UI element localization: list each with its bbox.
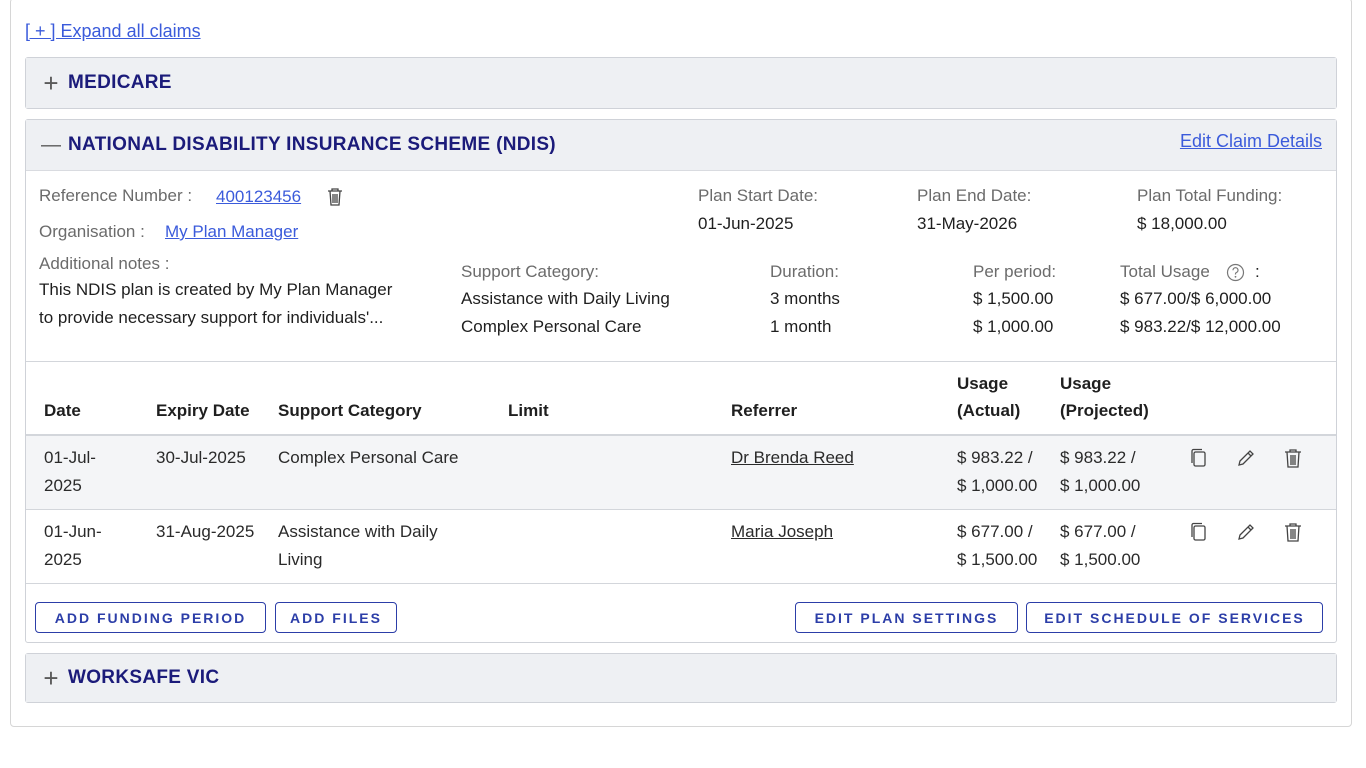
row-expiry: 30-Jul-2025 <box>156 448 246 467</box>
row-referrer-link[interactable]: Dr Brenda Reed <box>731 444 854 472</box>
col-date: Date <box>44 401 81 420</box>
row-date-year: 2025 <box>44 550 82 569</box>
edit-claim-details-link[interactable]: Edit Claim Details <box>1180 131 1322 152</box>
notes-label: Additional notes : <box>39 254 170 273</box>
worksafe-panel: + WORKSAFE VIC <box>25 653 1337 703</box>
worksafe-title: WORKSAFE VIC <box>68 667 220 688</box>
support-category-2: Complex Personal Care <box>461 317 642 336</box>
ndis-panel: — NATIONAL DISABILITY INSURANCE SCHEME (… <box>25 119 1337 643</box>
per-period-2: $ 1,000.00 <box>973 317 1054 336</box>
copy-icon[interactable] <box>1188 447 1210 469</box>
plan-end-label: Plan End Date: <box>917 186 1032 205</box>
edit-schedule-of-services-button[interactable]: EDIT SCHEDULE OF SERVICES <box>1026 602 1323 633</box>
row-category: Assistance with Daily <box>278 522 438 541</box>
expand-plus-icon[interactable]: + <box>40 665 62 691</box>
reference-number-link[interactable]: 400123456 <box>216 187 301 207</box>
per-period-header: Per period: <box>973 262 1057 281</box>
funding-table-header: Date Expiry Date Support Category Limit … <box>26 362 1336 436</box>
plan-start-label: Plan Start Date: <box>698 186 819 205</box>
total-usage-1: $ 677.00/$ 6,000.00 <box>1120 289 1272 308</box>
table-row: 01-Jul- 2025 30-Jul-2025 Complex Persona… <box>26 436 1336 510</box>
support-category-header: Support Category: <box>461 262 599 281</box>
worksafe-header[interactable]: + WORKSAFE VIC <box>26 654 1336 702</box>
col-usage-projected-sub: (Projected) <box>1060 401 1149 420</box>
row-category-cont: Living <box>278 550 323 569</box>
table-row: 01-Jun- 2025 31-Aug-2025 Assistance with… <box>26 510 1336 584</box>
row-date: 01-Jun- <box>44 522 102 541</box>
row-usage-actual: $ 983.22 / <box>957 448 1033 467</box>
col-usage-actual-sub: (Actual) <box>957 401 1021 420</box>
copy-icon[interactable] <box>1188 521 1210 543</box>
plan-total-value: $ 18,000.00 <box>1137 214 1227 233</box>
add-files-button[interactable]: ADD FILES <box>275 602 397 633</box>
notes-line-2: to provide necessary support for individ… <box>39 308 384 327</box>
col-referrer: Referrer <box>731 401 798 420</box>
duration-1: 3 months <box>770 289 840 308</box>
add-funding-period-button[interactable]: ADD FUNDING PERIOD <box>35 602 266 633</box>
col-usage-actual: Usage <box>957 374 1009 393</box>
organisation-link[interactable]: My Plan Manager <box>165 222 298 242</box>
duration-header: Duration: <box>770 262 839 281</box>
row-usage-actual-limit: $ 1,500.00 <box>957 550 1038 569</box>
medicare-title: MEDICARE <box>68 72 172 93</box>
ndis-header[interactable]: — NATIONAL DISABILITY INSURANCE SCHEME (… <box>26 120 1336 170</box>
row-category: Complex Personal Care <box>278 448 459 467</box>
row-date-year: 2025 <box>44 476 82 495</box>
row-usage-projected-limit: $ 1,000.00 <box>1060 476 1141 495</box>
delete-reference-icon[interactable] <box>326 187 344 212</box>
expand-all-link[interactable]: [ + ] Expand all claims <box>25 21 201 42</box>
row-usage-projected-limit: $ 1,500.00 <box>1060 550 1141 569</box>
ndis-title: NATIONAL DISABILITY INSURANCE SCHEME (ND… <box>68 134 556 155</box>
plan-start-value: 01-Jun-2025 <box>698 214 794 233</box>
ndis-actions: ADD FUNDING PERIOD ADD FILES EDIT PLAN S… <box>26 584 1336 643</box>
row-expiry: 31-Aug-2025 <box>156 522 255 541</box>
expand-plus-icon[interactable]: + <box>40 70 62 96</box>
delete-icon[interactable] <box>1282 447 1304 469</box>
row-referrer-link[interactable]: Maria Joseph <box>731 518 833 546</box>
support-category-1: Assistance with Daily Living <box>461 289 670 308</box>
col-limit: Limit <box>508 401 549 420</box>
notes-line-1: This NDIS plan is created by My Plan Man… <box>39 280 393 299</box>
edit-pencil-icon[interactable] <box>1235 447 1257 469</box>
medicare-panel: + MEDICARE <box>25 57 1337 109</box>
organisation-label: Organisation : <box>39 222 145 241</box>
duration-2: 1 month <box>770 317 832 336</box>
total-usage-colon: : <box>1255 262 1260 281</box>
row-usage-projected: $ 983.22 / <box>1060 448 1136 467</box>
plan-total-label: Plan Total Funding: <box>1137 186 1283 205</box>
row-usage-actual-limit: $ 1,000.00 <box>957 476 1038 495</box>
edit-plan-settings-button[interactable]: EDIT PLAN SETTINGS <box>795 602 1018 633</box>
row-date: 01-Jul- <box>44 448 96 467</box>
medicare-header[interactable]: + MEDICARE <box>26 58 1336 108</box>
col-expiry: Expiry Date <box>156 401 250 420</box>
help-icon[interactable] <box>1226 263 1245 287</box>
row-usage-actual: $ 677.00 / <box>957 522 1033 541</box>
total-usage-header: Total Usage <box>1120 262 1210 281</box>
edit-pencil-icon[interactable] <box>1235 521 1257 543</box>
delete-icon[interactable] <box>1282 521 1304 543</box>
row-usage-projected: $ 677.00 / <box>1060 522 1136 541</box>
collapse-minus-icon[interactable]: — <box>40 135 62 155</box>
reference-label: Reference Number : <box>39 186 193 205</box>
ndis-details: Reference Number : 400123456 Organisatio… <box>26 170 1336 362</box>
col-support-category: Support Category <box>278 401 422 420</box>
per-period-1: $ 1,500.00 <box>973 289 1054 308</box>
col-usage-projected: Usage <box>1060 374 1112 393</box>
plan-end-value: 31-May-2026 <box>917 214 1018 233</box>
total-usage-2: $ 983.22/$ 12,000.00 <box>1120 317 1281 336</box>
